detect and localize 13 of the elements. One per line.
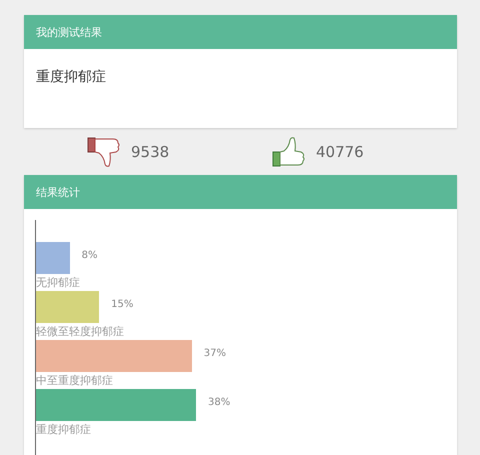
percent-label: 15% bbox=[111, 299, 134, 310]
vote-count: 9538 bbox=[131, 142, 170, 160]
category-label: 轻微至轻度抑郁症 bbox=[36, 324, 124, 340]
percent-label: 37% bbox=[204, 348, 226, 359]
percent-label: 38% bbox=[208, 397, 230, 408]
category-label: 重度抑郁症 bbox=[36, 422, 91, 438]
card-title: 结果统计 bbox=[36, 184, 80, 200]
result-text: 重度抑郁症 bbox=[36, 69, 106, 85]
category-label: 无抑郁症 bbox=[36, 275, 80, 291]
card-title: 我的测试结果 bbox=[36, 24, 102, 40]
category-label: 中至重度抑郁症 bbox=[36, 373, 113, 389]
vote-count: 40776 bbox=[316, 142, 364, 160]
percent-label: 8% bbox=[82, 250, 98, 261]
